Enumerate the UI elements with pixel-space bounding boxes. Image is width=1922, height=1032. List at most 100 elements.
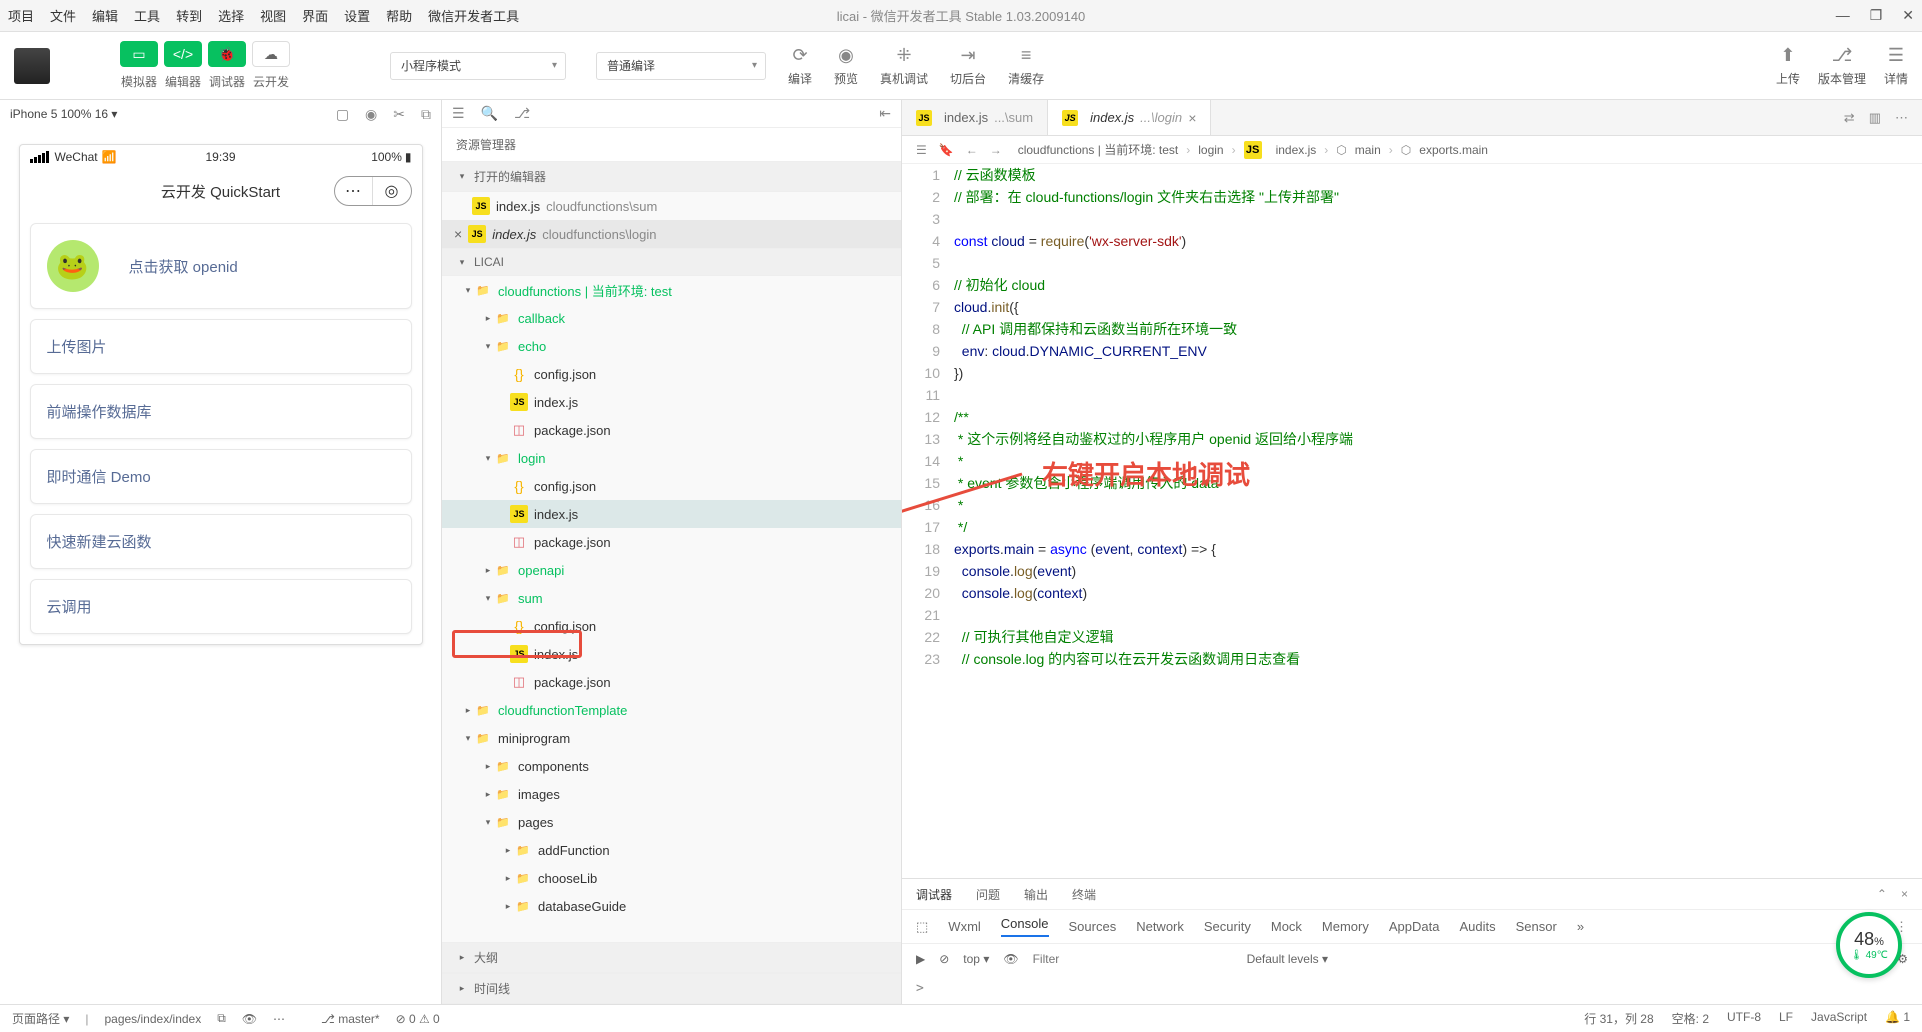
dbg-tab-terminal[interactable]: 终端 <box>1072 886 1096 903</box>
chevron-up-icon[interactable]: ⌃ <box>1877 887 1887 901</box>
tree-folder-components[interactable]: ▸📁components <box>442 752 901 780</box>
cut-icon[interactable]: ✂ <box>393 106 405 123</box>
maximize-button[interactable]: ❐ <box>1870 7 1883 24</box>
page-path[interactable]: pages/index/index <box>104 1012 201 1026</box>
devtool-wxml[interactable]: Wxml <box>948 919 981 934</box>
mode-select[interactable]: 小程序模式 <box>390 52 566 80</box>
card-cloud-call[interactable]: 云调用 <box>30 579 412 634</box>
devtool-mock[interactable]: Mock <box>1271 919 1302 934</box>
menu-help[interactable]: 帮助 <box>386 6 412 25</box>
collapse-icon[interactable]: ⇤ <box>879 105 891 122</box>
remote-debug-icon[interactable]: ⁜ <box>896 45 911 66</box>
branch-icon[interactable]: ⎇ <box>514 105 530 122</box>
dbg-tab-problems[interactable]: 问题 <box>976 886 1000 903</box>
branch-status[interactable]: ⎇ master* <box>321 1012 380 1026</box>
compile-select[interactable]: 普通编译 <box>596 52 766 80</box>
upload-icon[interactable]: ⬆ <box>1780 45 1795 66</box>
popout-icon[interactable]: ⧉ <box>421 106 431 123</box>
card-upload[interactable]: 上传图片 <box>30 319 412 374</box>
devtool-security[interactable]: Security <box>1204 919 1251 934</box>
background-icon[interactable]: ⇥ <box>961 45 976 66</box>
search-icon[interactable]: 🔍 <box>481 105 498 122</box>
menu-project[interactable]: 项目 <box>8 6 34 25</box>
tree-file[interactable]: ◫package.json <box>442 528 901 556</box>
devtool-network[interactable]: Network <box>1136 919 1184 934</box>
card-im-demo[interactable]: 即时通信 Demo <box>30 449 412 504</box>
capsule-menu[interactable]: ⋯ <box>335 177 373 205</box>
devtool-memory[interactable]: Memory <box>1322 919 1369 934</box>
notification-status[interactable]: 🔔 1 <box>1885 1010 1910 1027</box>
details-icon[interactable]: ☰ <box>1888 45 1904 66</box>
devtool-sensor[interactable]: Sensor <box>1516 919 1557 934</box>
tree-folder-echo[interactable]: ▾📁echo <box>442 332 901 360</box>
filter-input[interactable] <box>1033 952 1233 966</box>
split-icon[interactable]: ▥ <box>1869 110 1881 126</box>
tree-folder-callback[interactable]: ▸📁callback <box>442 304 901 332</box>
devtool-sources[interactable]: Sources <box>1069 919 1117 934</box>
device-select[interactable]: iPhone 5 100% 16 ▾ <box>10 107 117 121</box>
devtool-more-icon[interactable]: » <box>1577 919 1584 934</box>
indent-status[interactable]: 空格: 2 <box>1672 1010 1709 1027</box>
openid-card[interactable]: 🐸 点击获取 openid <box>30 223 412 309</box>
tree-folder[interactable]: ▸📁databaseGuide <box>442 892 901 920</box>
copy-icon[interactable]: ⧉ <box>217 1011 226 1026</box>
debugger-button[interactable]: 🐞 <box>208 41 246 67</box>
menu-goto[interactable]: 转到 <box>176 6 202 25</box>
close-tab-icon[interactable]: × <box>1188 110 1196 126</box>
card-database[interactable]: 前端操作数据库 <box>30 384 412 439</box>
problems-status[interactable]: ⊘ 0 ⚠ 0 <box>396 1012 440 1026</box>
tree-folder-pages[interactable]: ▾📁pages <box>442 808 901 836</box>
version-icon[interactable]: ⎇ <box>1832 45 1853 66</box>
tree-file[interactable]: ◫package.json <box>442 668 901 696</box>
open-file[interactable]: JSindex.jscloudfunctions\sum <box>442 192 901 220</box>
tree-file[interactable]: {}config.json <box>442 360 901 388</box>
open-editors-section[interactable]: 打开的编辑器 <box>474 168 546 185</box>
preview-icon[interactable]: ◉ <box>838 45 854 66</box>
menu-file[interactable]: 文件 <box>50 6 76 25</box>
menu-view[interactable]: 视图 <box>260 6 286 25</box>
tree-folder-cloudfunctions[interactable]: ▾📁cloudfunctions | 当前环境: test <box>442 276 901 304</box>
encoding-status[interactable]: UTF-8 <box>1727 1010 1761 1027</box>
compare-icon[interactable]: ⇄ <box>1844 110 1855 126</box>
menu-interface[interactable]: 界面 <box>302 6 328 25</box>
play-icon[interactable]: ▶ <box>916 952 925 966</box>
more-icon[interactable]: ⋯ <box>273 1012 285 1026</box>
compile-icon[interactable]: ⟳ <box>792 45 807 66</box>
close-button[interactable]: ✕ <box>1902 7 1914 24</box>
tree-file[interactable]: ◫package.json <box>442 416 901 444</box>
minimize-button[interactable]: — <box>1836 7 1850 24</box>
inspect-icon[interactable]: ⬚ <box>916 919 928 935</box>
tree-folder-miniprogram[interactable]: ▾📁miniprogram <box>442 724 901 752</box>
editor-tab-active[interactable]: JSindex.js ...\login× <box>1048 100 1211 135</box>
tree-folder-sum[interactable]: ▾📁sum <box>442 584 901 612</box>
context-select[interactable]: top ▾ <box>963 952 989 966</box>
eye-icon[interactable]: 👁 <box>242 1012 257 1026</box>
bookmark-icon[interactable]: 🔖 <box>939 143 954 157</box>
tree-file[interactable]: {}config.json <box>442 472 901 500</box>
dbg-tab-output[interactable]: 输出 <box>1024 886 1048 903</box>
menu-wechat-devtools[interactable]: 微信开发者工具 <box>428 6 519 25</box>
close-icon[interactable]: × <box>454 226 462 242</box>
project-section[interactable]: LICAI <box>474 255 504 269</box>
back-icon[interactable]: ← <box>966 143 978 157</box>
page-path-label[interactable]: 页面路径 ▾ <box>12 1010 69 1027</box>
menu-tools[interactable]: 工具 <box>134 6 160 25</box>
tree-folder-template[interactable]: ▸📁cloudfunctionTemplate <box>442 696 901 724</box>
clear-cache-icon[interactable]: ≡ <box>1021 45 1032 66</box>
tree-folder-login[interactable]: ▾📁login <box>442 444 901 472</box>
tree-folder[interactable]: ▸📁chooseLib <box>442 864 901 892</box>
menu-settings[interactable]: 设置 <box>344 6 370 25</box>
devtool-console[interactable]: Console <box>1001 916 1049 937</box>
list-icon[interactable]: ☰ <box>916 143 927 157</box>
explorer-icon[interactable]: ☰ <box>452 105 465 122</box>
open-file-active[interactable]: × JSindex.jscloudfunctions\login <box>442 220 901 248</box>
menu-edit[interactable]: 编辑 <box>92 6 118 25</box>
editor-button[interactable]: </> <box>164 41 202 67</box>
code-editor[interactable]: 1234567891011121314151617181920212223 //… <box>902 164 1922 878</box>
card-new-cloudfn[interactable]: 快速新建云函数 <box>30 514 412 569</box>
clear-icon[interactable]: ⊘ <box>939 952 949 966</box>
tree-folder-openapi[interactable]: ▸📁openapi <box>442 556 901 584</box>
tree-folder[interactable]: ▸📁addFunction <box>442 836 901 864</box>
cloud-dev-button[interactable]: ☁ <box>252 41 290 67</box>
dbg-tab-debugger[interactable]: 调试器 <box>916 886 952 903</box>
